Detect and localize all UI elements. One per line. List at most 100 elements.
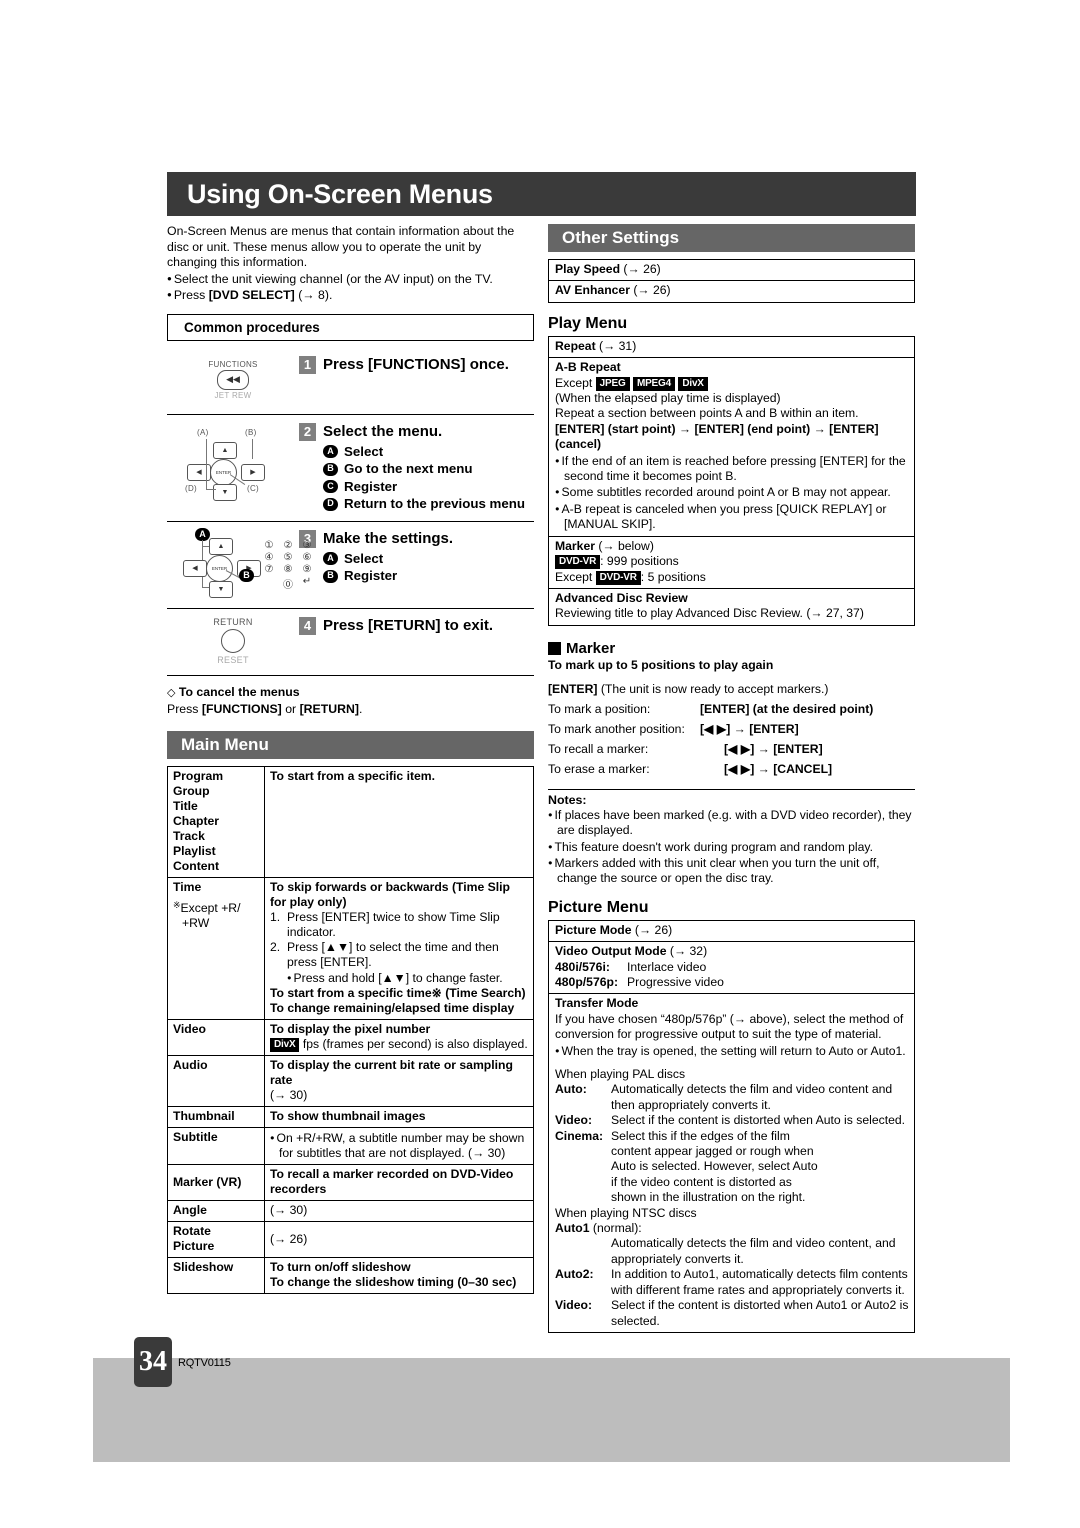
480i-key: 480i/576i:: [555, 959, 610, 974]
main-menu-row-subtitle-label: Subtitle: [167, 1127, 265, 1166]
step-2-text: Select the menu.: [323, 422, 443, 440]
step-2-item-c-label: Register: [344, 478, 398, 494]
marker-enter-key: [ENTER]: [548, 681, 598, 696]
pal-cinema-key: Cinema:: [555, 1128, 604, 1143]
pal-heading: When playing PAL discs: [555, 1067, 686, 1081]
table-row: A-B Repeat Except JPEG MPEG4 DivX (When …: [548, 357, 915, 537]
marker-line-1-value-text: [ENTER] (at the desired point): [700, 701, 874, 716]
step-2: (A) (B) ▲ ◀ ENTER ▶ ▼ (D) (C) 2 Select t…: [167, 415, 534, 522]
time-step-2: 2. Press [▲▼] to select the time and then…: [270, 940, 529, 970]
enter-button-icon: ENTER: [210, 458, 237, 486]
video-badge-after: fps (frames per second) is also displaye…: [299, 1037, 528, 1052]
marker-row-label: Marker: [555, 538, 595, 553]
picture-menu-heading: Picture Menu: [548, 898, 649, 916]
footer-band: [93, 1358, 1010, 1462]
marker-line-4: To erase a marker: [◀ ▶] → [CANCEL]: [548, 759, 915, 779]
step-2-item-a: A Select: [323, 443, 534, 461]
slideshow-desc-text-1: To turn on/off slideshow: [270, 1260, 411, 1275]
audio-desc-ref: (→ 30): [270, 1088, 308, 1103]
ntsc-auto1-value: Automatically detects the film and video…: [611, 1236, 896, 1266]
dvd-select-key: [DVD SELECT]: [208, 288, 295, 303]
marker-row-ref: (→ below): [594, 538, 654, 553]
enter-button-icon: ENTER: [206, 554, 233, 582]
pal-row-cinema: Cinema: Select this if the edges of the f…: [555, 1129, 909, 1206]
time-desc-tail-1: To start from a specific time※ (Time Sea…: [270, 986, 526, 1001]
diamond-icon: ◇: [167, 686, 176, 699]
main-menu-row-video-label: Video: [167, 1019, 265, 1057]
main-menu-row-1-desc: To start from a specific item.: [264, 766, 534, 879]
other-settings-av-enhancer: AV Enhancer (→ 26): [548, 280, 915, 303]
left-column: On-Screen Menus are menus that contain i…: [167, 224, 534, 1295]
row-1-desc-text: To start from a specific item.: [270, 769, 436, 784]
table-row: Time ※Except +R/ +RW To skip forwards or…: [167, 877, 534, 1021]
video-output-mode-row: Video Output Mode (→ 32) 480i/576i: Inter…: [548, 941, 915, 995]
marker-section-head: Marker: [548, 640, 915, 657]
footnote-mark: ※: [173, 900, 181, 911]
other-settings-table: Play Speed (→ 26) AV Enhancer (→ 26): [548, 258, 915, 303]
transfer-mode-row: Transfer Mode If you have chosen “480p/5…: [548, 993, 915, 1333]
step-1: FUNCTIONS ◀◀ JET REW 1 Press [FUNCTIONS]…: [167, 348, 534, 415]
jpeg-badge: JPEG: [595, 376, 630, 391]
page-number-badge: 34: [134, 1337, 172, 1387]
key-1: ①: [264, 539, 274, 551]
step-1-body: 1 Press [FUNCTIONS] once.: [299, 354, 534, 406]
ntsc-heading: When playing NTSC discs: [555, 1205, 697, 1220]
table-row: Picture Mode (→ 26): [548, 919, 915, 943]
ab-repeat-bullet-3: A-B repeat is canceled when you press [Q…: [555, 501, 909, 533]
step-2-item-b-label: Go to the next menu: [344, 461, 473, 477]
step-3: A ▲ ◀ ENTER ▶ ▼ B ① ②: [167, 522, 534, 609]
pal-video-key: Video:: [555, 1113, 593, 1128]
thumbnail-desc-text: To show thumbnail images: [270, 1109, 426, 1124]
main-menu-row-slideshow-label: Slideshow: [167, 1257, 265, 1295]
step-3-text: Make the settings.: [323, 529, 454, 547]
notes-block: Notes: If places have been marked (e.g. …: [548, 788, 915, 887]
step-3-item-b: B Register: [323, 567, 534, 585]
tag-a-icon: A: [323, 445, 338, 459]
step-2-item-a-label: Select: [344, 443, 384, 459]
cancel-menus-block: ◇ To cancel the menus Press [FUNCTIONS] …: [167, 685, 534, 717]
step-4-head: 4 Press [RETURN] to exit.: [299, 616, 534, 635]
marker-line-2-value: [◀ ▶] → [ENTER]: [700, 719, 799, 739]
step-1-artwork: FUNCTIONS ◀◀ JET REW: [167, 354, 299, 406]
key-9: ⑨: [302, 563, 312, 575]
marker-row-except-pre: Except: [555, 569, 596, 584]
ntsc-auto2-value: In addition to Auto1, automatically dete…: [611, 1267, 908, 1297]
time-step-1-num: 1.: [270, 910, 281, 925]
step-3-item-b-label: Register: [344, 568, 398, 584]
main-menu-row-video-desc: To display the pixel number DivX fps (fr…: [264, 1019, 534, 1057]
intro-bullet-2: Press [DVD SELECT] (→ 8).: [167, 287, 534, 304]
main-menu-heading: Main Menu: [181, 735, 269, 755]
down-button-icon: ▼: [213, 483, 237, 501]
other-settings-play-speed: Play Speed (→ 26): [548, 258, 915, 282]
play-menu-heading: Play Menu: [548, 314, 628, 332]
steps-list: FUNCTIONS ◀◀ JET REW 1 Press [FUNCTIONS]…: [167, 348, 534, 676]
step-4-artwork: RETURN RESET: [167, 615, 299, 667]
return-button-label: RETURN: [213, 616, 253, 627]
transfer-mode-bullet: When the tray is opened, the setting wil…: [555, 1043, 909, 1059]
ab-repeat-except-label: Except: [555, 375, 596, 390]
marker-row-line-2-text: : 5 positions: [640, 569, 706, 584]
table-row: Program Group Title Chapter Track Playli…: [167, 766, 534, 879]
page-title: Using On-Screen Menus: [187, 178, 493, 209]
label-title: Title: [173, 799, 198, 814]
marker-row-line-1-text: : 999 positions: [600, 554, 679, 569]
step-1-text: Press [FUNCTIONS] once.: [323, 355, 509, 373]
intro-bullet-2-pre: Press: [173, 288, 209, 303]
picture-mode-ref: (→ 26): [631, 922, 673, 937]
marker-line-3-value-text: [◀ ▶] → [ENTER]: [724, 741, 823, 756]
main-menu-row-rotate-labels: Rotate Picture: [167, 1221, 265, 1259]
ntsc-video-value: Select if the content is distorted when …: [611, 1298, 909, 1328]
play-menu-repeat-row: Repeat (→ 31): [548, 335, 915, 359]
step-2-item-d-label: Return to the previous menu: [344, 496, 526, 512]
main-menu-row-subtitle-desc: On +R/+RW, a subtitle number may be show…: [264, 1127, 534, 1166]
av-enhancer-ref: (→ 26): [629, 283, 671, 298]
step-2-sub-list: A Select B Go to the next menu C Register D…: [299, 443, 534, 513]
right-column: Other Settings Play Speed (→ 26) AV Enha…: [548, 224, 915, 1333]
marker-section-subheading: To mark up to 5 positions to play again: [548, 657, 774, 672]
label-time-note2: +RW: [182, 916, 210, 931]
ntsc-auto1-key: Auto1: [555, 1221, 590, 1236]
main-menu-section-bar: Main Menu: [167, 731, 534, 760]
label-picture: Picture: [173, 1239, 215, 1254]
video-output-row-480p: 480p/576p: Progressive video: [555, 975, 909, 990]
time-desc-title: To skip forwards or backwards (Time Slip…: [270, 880, 510, 910]
